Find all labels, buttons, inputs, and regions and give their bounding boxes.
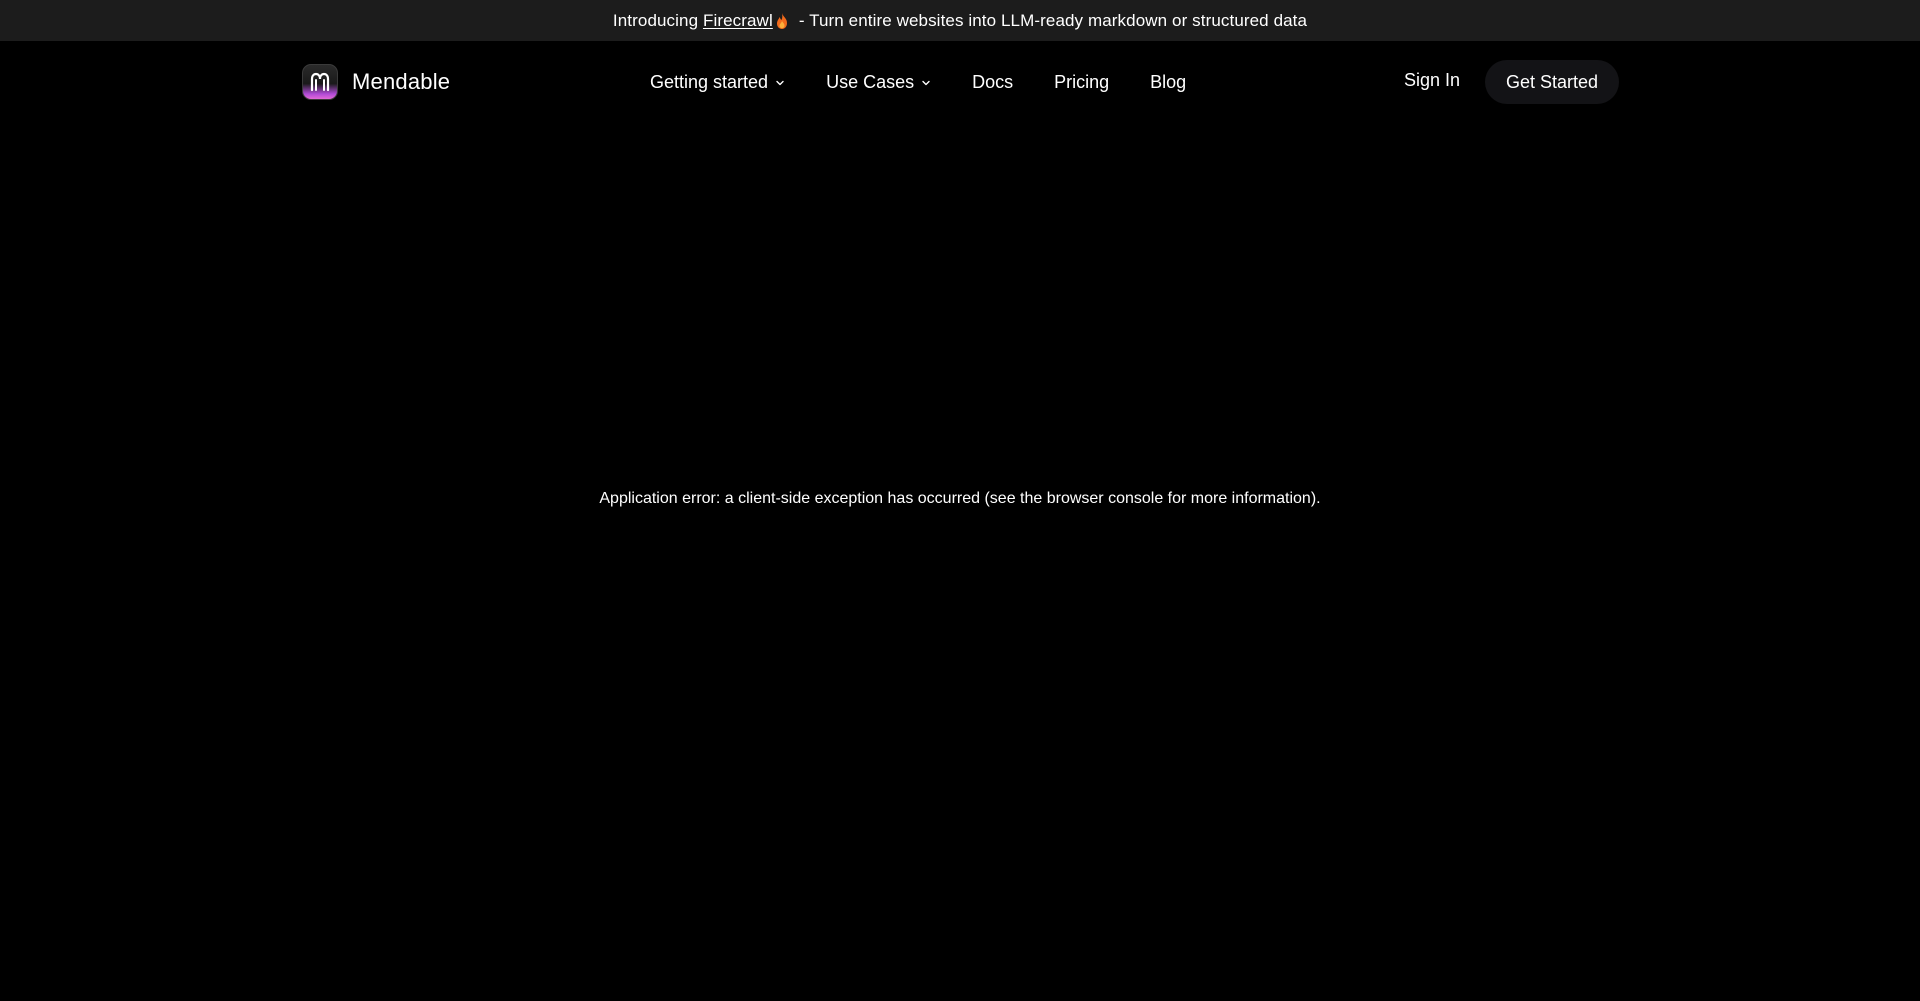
get-started-button[interactable]: Get Started [1485,60,1619,104]
chevron-down-icon [921,72,931,93]
announcement-prefix: Introducing [612,10,699,30]
chevron-down-icon [775,72,785,93]
brand-home-link[interactable]: Mendable [302,64,450,100]
nav-getting-started-label: Getting started [650,71,769,92]
sign-in-link[interactable]: Sign In [1404,70,1460,91]
mendable-logo-icon [302,64,338,100]
firecrawl-link[interactable]: Firecrawl [703,11,773,31]
announcement-suffix: - Turn entire websites into LLM-ready ma… [798,10,1308,30]
nav-docs-label: Docs [972,71,1014,92]
fire-icon [774,12,792,30]
top-navigation: Mendable Getting started Use Cases Docs … [0,41,1920,123]
nav-use-cases-label: Use Cases [826,71,915,92]
nav-docs[interactable]: Docs [972,72,1013,93]
nav-use-cases[interactable]: Use Cases [826,72,931,93]
nav-blog[interactable]: Blog [1150,72,1186,93]
application-error-message: Application error: a client-side excepti… [599,490,1321,507]
nav-blog-label: Blog [1150,71,1187,92]
nav-getting-started[interactable]: Getting started [650,72,785,93]
nav-pricing-label: Pricing [1054,71,1110,92]
main-menu: Getting started Use Cases Docs Pricing B… [650,41,1227,123]
brand-name: Mendable [352,69,451,94]
nav-pricing[interactable]: Pricing [1054,72,1109,93]
announcement-bar: Introducing Firecrawl - Turn entire websi… [0,0,1920,41]
